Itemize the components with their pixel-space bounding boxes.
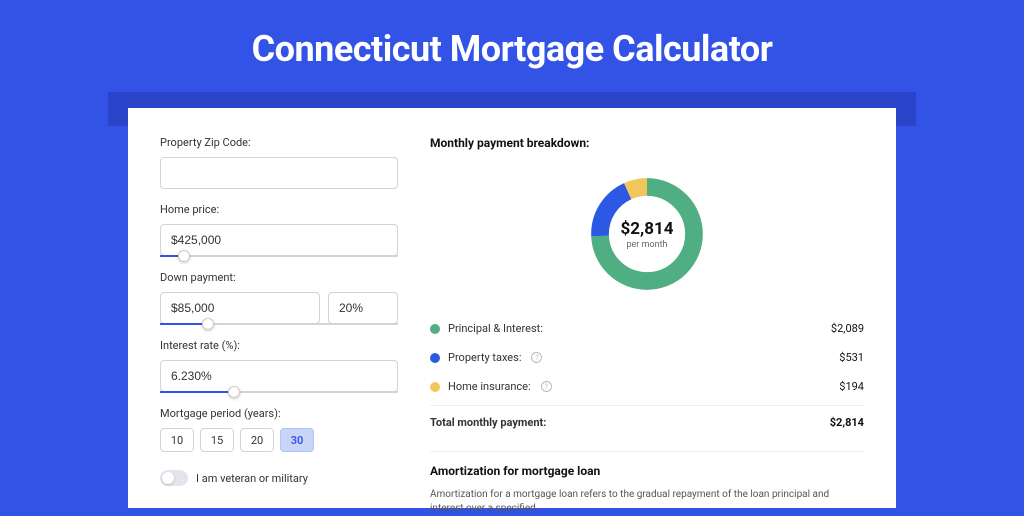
rate-slider[interactable] <box>160 391 398 393</box>
veteran-label: I am veteran or military <box>196 472 308 485</box>
price-input[interactable] <box>160 224 398 256</box>
breakdown-heading: Monthly payment breakdown: <box>430 136 864 150</box>
price-slider-thumb[interactable] <box>178 250 190 262</box>
breakdown-panel: Monthly payment breakdown: $2,814 per mo… <box>430 136 864 488</box>
price-label: Home price: <box>160 203 398 216</box>
rate-input[interactable] <box>160 360 398 392</box>
period-field-group: Mortgage period (years): 10 15 20 30 <box>160 407 398 452</box>
legend-value: $531 <box>839 351 864 364</box>
downpayment-field-group: Down payment: <box>160 271 398 325</box>
total-value: $2,814 <box>830 416 864 429</box>
section-divider <box>430 451 864 452</box>
legend-dot-icon <box>430 382 440 392</box>
veteran-row: I am veteran or military <box>160 470 398 486</box>
legend-label: Home insurance: <box>448 380 531 393</box>
downpayment-label: Down payment: <box>160 271 398 284</box>
legend-value: $194 <box>839 380 864 393</box>
price-field-group: Home price: <box>160 203 398 257</box>
downpayment-slider-thumb[interactable] <box>202 318 214 330</box>
input-panel: Property Zip Code: Home price: Down paym… <box>160 136 398 488</box>
donut-center-amount: $2,814 <box>621 219 674 239</box>
period-options: 10 15 20 30 <box>160 428 398 452</box>
rate-slider-thumb[interactable] <box>228 386 240 398</box>
veteran-toggle[interactable] <box>160 470 188 486</box>
period-option-10[interactable]: 10 <box>160 428 194 452</box>
amortization-heading: Amortization for mortgage loan <box>430 464 864 478</box>
donut-center-sub: per month <box>626 240 667 250</box>
rate-field-group: Interest rate (%): <box>160 339 398 393</box>
toggle-knob <box>162 472 174 484</box>
period-option-15[interactable]: 15 <box>200 428 234 452</box>
legend-row-insurance: Home insurance: ? $194 <box>430 372 864 401</box>
period-option-30[interactable]: 30 <box>280 428 314 452</box>
info-icon[interactable]: ? <box>541 381 552 392</box>
downpayment-percent-input[interactable] <box>328 292 398 324</box>
price-slider[interactable] <box>160 255 398 257</box>
period-label: Mortgage period (years): <box>160 407 398 420</box>
legend-dot-icon <box>430 353 440 363</box>
downpayment-slider[interactable] <box>160 323 398 325</box>
zip-input[interactable] <box>160 157 398 189</box>
rate-label: Interest rate (%): <box>160 339 398 352</box>
legend-row-total: Total monthly payment: $2,814 <box>430 405 864 437</box>
info-icon[interactable]: ? <box>531 352 542 363</box>
legend-label: Property taxes: <box>448 351 521 364</box>
page-title: Connecticut Mortgage Calculator <box>0 0 1024 92</box>
legend-row-principal: Principal & Interest: $2,089 <box>430 314 864 343</box>
zip-field-group: Property Zip Code: <box>160 136 398 189</box>
legend-label: Principal & Interest: <box>448 322 543 335</box>
legend-dot-icon <box>430 324 440 334</box>
donut-chart-wrap: $2,814 per month <box>430 164 864 314</box>
downpayment-amount-input[interactable] <box>160 292 320 324</box>
zip-label: Property Zip Code: <box>160 136 398 149</box>
legend-value: $2,089 <box>831 322 864 335</box>
calculator-card: Property Zip Code: Home price: Down paym… <box>128 108 896 508</box>
legend-row-taxes: Property taxes: ? $531 <box>430 343 864 372</box>
total-label: Total monthly payment: <box>430 416 546 429</box>
period-option-20[interactable]: 20 <box>240 428 274 452</box>
donut-chart: $2,814 per month <box>585 172 709 296</box>
